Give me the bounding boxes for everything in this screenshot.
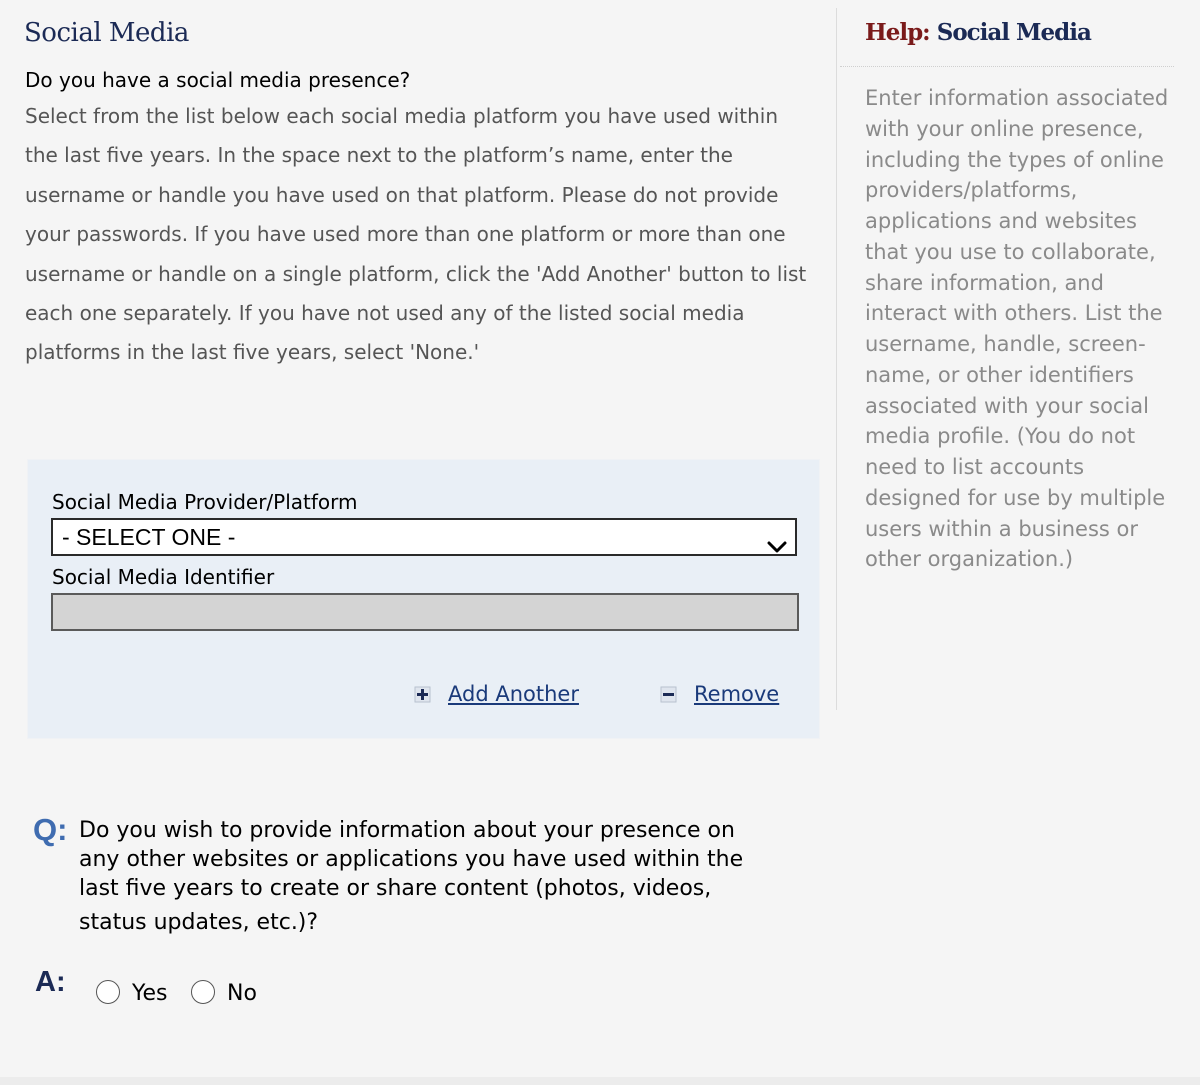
question-text: Do you wish to provide information about… (79, 816, 819, 937)
minus-square-icon (660, 685, 678, 703)
column-divider (836, 8, 837, 710)
question-text-line: Do you wish to provide information about… (79, 818, 735, 843)
help-title-subject: Social Media (936, 19, 1092, 46)
question-marker: Q: (33, 812, 68, 847)
question-text-line: any other websites or applications you h… (79, 847, 744, 872)
answer-marker: A: (35, 966, 66, 998)
radio-no-circle[interactable] (191, 980, 215, 1004)
help-title: Help: Social Media (865, 19, 1092, 46)
page-title: Social Media (24, 18, 189, 48)
remove-action[interactable]: Remove (660, 682, 779, 706)
instructions-text: Select from the list below each social m… (25, 104, 807, 365)
platform-label: Social Media Provider/Platform (52, 490, 358, 514)
add-another-action[interactable]: Add Another (414, 682, 579, 706)
identifier-input[interactable] (51, 593, 799, 631)
platform-select[interactable]: - SELECT ONE - (51, 518, 797, 556)
radio-yes-label[interactable]: Yes (132, 981, 168, 1006)
help-sidebar: Help: Social Media Enter information ass… (838, 0, 1200, 1085)
chevron-down-icon (767, 529, 787, 563)
identifier-label: Social Media Identifier (52, 565, 275, 589)
main-content: Social Media Do you have a social media … (0, 0, 835, 1085)
page-bottom-edge (0, 1077, 1200, 1085)
question-text-line: last five years to create or share conte… (79, 876, 712, 901)
help-title-prefix: Help: (865, 19, 931, 46)
platform-select-value: - SELECT ONE - (62, 524, 236, 550)
add-another-link[interactable]: Add Another (448, 682, 579, 706)
question-heading: Do you have a social media presence? (25, 68, 411, 92)
question-text-line: status updates, etc.)? (79, 910, 319, 935)
help-divider (840, 66, 1174, 67)
radio-no-label[interactable]: No (227, 981, 257, 1006)
help-text: Enter information associated with your o… (865, 86, 1169, 572)
radio-yes-circle[interactable] (96, 980, 120, 1004)
plus-square-icon (414, 685, 432, 703)
social-media-entry-panel: Social Media Provider/Platform - SELECT … (27, 459, 820, 739)
remove-link[interactable]: Remove (694, 682, 779, 706)
